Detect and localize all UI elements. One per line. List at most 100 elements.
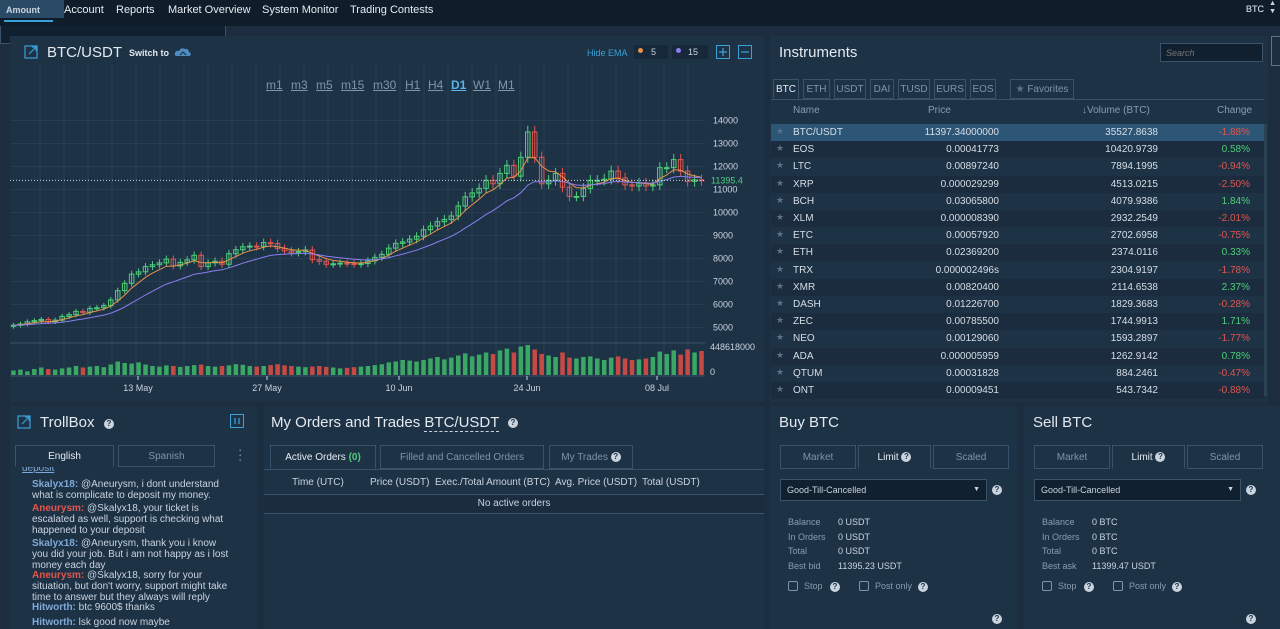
buy-tab-market[interactable]: Market	[780, 445, 856, 469]
instrument-row[interactable]: ★ XMR 0.00820400 2114.6538 2.37%	[771, 278, 1264, 296]
sell-post-only-help-icon[interactable]: ?	[1172, 582, 1182, 592]
side-panel-toggle[interactable]	[1271, 36, 1280, 66]
instrument-row[interactable]: ★ ZEC 0.00785500 1744.9913 1.71%	[771, 313, 1264, 331]
favorite-star-icon[interactable]: ★	[776, 160, 784, 171]
nav-system-monitor[interactable]: System Monitor	[262, 0, 338, 26]
chat-username[interactable]: Aneurysm:	[32, 503, 84, 514]
favorite-star-icon[interactable]: ★	[776, 229, 784, 240]
col-volume-header[interactable]: ↓Volume (BTC)	[1082, 105, 1150, 116]
orders-tab-filled[interactable]: Filled and Cancelled Orders	[380, 445, 544, 469]
sell-post-only-checkbox[interactable]	[1113, 581, 1123, 591]
instrument-row[interactable]: ★ ETC 0.00057920 2702.6958 -0.75%	[771, 227, 1264, 245]
trollbox-expand-icon[interactable]	[17, 415, 31, 429]
favorite-star-icon[interactable]: ★	[776, 332, 784, 343]
buy-post-only-checkbox[interactable]	[859, 581, 869, 591]
stepper-icon[interactable]: ▲ ▼	[1269, 0, 1276, 16]
cloud-switch-icon[interactable]	[174, 46, 192, 58]
buy-amount-help-icon[interactable]: ?	[992, 614, 1002, 624]
buy-post-only-help-icon[interactable]: ?	[918, 582, 928, 592]
pause-icon[interactable]	[230, 414, 244, 428]
favorite-star-icon[interactable]: ★	[776, 178, 784, 189]
nav-account[interactable]: Account	[64, 0, 104, 26]
instrument-tab-eth[interactable]: ETH	[803, 79, 830, 99]
sell-tab-market[interactable]: Market	[1034, 445, 1110, 469]
buy-stop-help-icon[interactable]: ?	[830, 582, 840, 592]
instrument-row[interactable]: ★ LTC 0.00897240 7894.1995 -0.94%	[771, 158, 1264, 176]
instrument-tab-eos[interactable]: EOS	[970, 79, 996, 99]
nav-market-overview[interactable]: Market Overview	[168, 0, 251, 26]
instrument-tab-tusd[interactable]: TUSD	[898, 79, 930, 99]
orders-tab-active[interactable]: Active Orders (0)	[270, 445, 376, 469]
instrument-row[interactable]: ★ NEO 0.00129060 1593.2897 -1.77%	[771, 330, 1264, 348]
instrument-row[interactable]: ★ ETH 0.02369200 2374.0116 0.33%	[771, 244, 1264, 262]
chat-username[interactable]: Hitworth:	[32, 602, 76, 613]
orders-tab-my-trades[interactable]: My Trades ?	[549, 445, 633, 469]
favorite-star-icon[interactable]: ★	[776, 246, 784, 257]
timeframe-m3[interactable]: m3	[291, 78, 308, 92]
sell-amount-help-icon[interactable]: ?	[1246, 614, 1256, 624]
timeframe-m15[interactable]: m15	[341, 78, 364, 92]
chat-username[interactable]: Hitworth:	[32, 617, 76, 628]
buy-time-in-force-select[interactable]: Good-Till-Cancelled ▼	[780, 479, 987, 501]
orders-help-icon[interactable]: ?	[508, 418, 518, 428]
expand-icon[interactable]	[24, 45, 38, 59]
col-price-header[interactable]: Price	[928, 105, 951, 116]
nav-trading-contests[interactable]: Trading Contests	[350, 0, 433, 26]
favorite-star-icon[interactable]: ★	[776, 350, 784, 361]
favorite-star-icon[interactable]: ★	[776, 126, 784, 137]
timeframe-m1[interactable]: m1	[266, 78, 283, 92]
instrument-row[interactable]: ★ QTUM 0.00031828 884.2461 -0.47%	[771, 364, 1264, 382]
favorite-star-icon[interactable]: ★	[776, 281, 784, 292]
timeframe-m30[interactable]: m30	[373, 78, 396, 92]
timeframe-H4[interactable]: H4	[428, 78, 443, 92]
more-options-icon[interactable]: · · ·	[238, 443, 242, 466]
ema-fast-input[interactable]: 5	[634, 45, 668, 59]
hide-ema-link[interactable]: Hide EMA	[587, 48, 628, 58]
instrument-row[interactable]: ★ XRP 0.000029299 4513.0215 -2.50%	[771, 175, 1264, 193]
trollbox-tab-english[interactable]: English	[15, 445, 114, 467]
nav-reports[interactable]: Reports	[116, 0, 155, 26]
favorite-star-icon[interactable]: ★	[776, 195, 784, 206]
timeframe-W1[interactable]: W1	[473, 78, 491, 92]
instrument-row[interactable]: ★ ADA 0.000005959 1262.9142 0.78%	[771, 347, 1264, 365]
buy-limit-help-icon[interactable]: ?	[901, 452, 912, 463]
buy-tab-limit[interactable]: Limit ?	[858, 445, 931, 469]
chat-username[interactable]: Aneurysm:	[32, 570, 84, 581]
favorite-star-icon[interactable]: ★	[776, 298, 784, 309]
instrument-tab-usdt[interactable]: USDT	[834, 79, 866, 99]
favorite-star-icon[interactable]: ★	[776, 143, 784, 154]
favorite-star-icon[interactable]: ★	[776, 264, 784, 275]
instrument-tab-dai[interactable]: DAI	[870, 79, 894, 99]
instrument-tab-btc[interactable]: BTC	[773, 79, 799, 99]
instrument-tab-eurs[interactable]: EURS	[934, 79, 966, 99]
timeframe-H1[interactable]: H1	[405, 78, 420, 92]
sell-time-in-force-select[interactable]: Good-Till-Cancelled ▼	[1034, 479, 1241, 501]
sell-tif-help-icon[interactable]: ?	[1246, 485, 1256, 495]
instruments-search-input[interactable]	[1160, 43, 1263, 62]
buy-stop-checkbox[interactable]	[788, 581, 798, 591]
col-name-header[interactable]: Name	[793, 105, 820, 116]
instrument-row[interactable]: ★ EOS 0.00041773 10420.9739 0.58%	[771, 141, 1264, 159]
instruments-scrollbar[interactable]	[1264, 124, 1267, 396]
timeframe-D1[interactable]: D1	[451, 78, 466, 92]
timeframe-m5[interactable]: m5	[316, 78, 333, 92]
timeframe-M1[interactable]: M1	[498, 78, 515, 92]
instrument-row[interactable]: ★ BCH 0.03065800 4079.9386 1.84%	[771, 192, 1264, 210]
instrument-row[interactable]: ★ BTC/USDT 11397.34000000 35527.8638 -1.88%	[771, 124, 1264, 141]
favorite-star-icon[interactable]: ★	[776, 384, 784, 395]
my-trades-help-icon[interactable]: ?	[610, 452, 621, 463]
trollbox-tab-spanish[interactable]: Spanish	[118, 445, 215, 467]
buy-tab-scaled[interactable]: Scaled	[933, 445, 1009, 469]
sell-tab-scaled[interactable]: Scaled	[1187, 445, 1263, 469]
instrument-row[interactable]: ★ ONT 0.00009451 543.7342 -0.88%	[771, 382, 1264, 399]
sell-tab-limit[interactable]: Limit ?	[1112, 445, 1185, 469]
instrument-row[interactable]: ★ XLM 0.000008390 2932.2549 -2.01%	[771, 210, 1264, 227]
col-change-header[interactable]: Change	[1217, 105, 1252, 116]
favorite-star-icon[interactable]: ★	[776, 212, 784, 223]
favorite-star-icon[interactable]: ★	[776, 315, 784, 326]
candlestick-chart[interactable]: 14000 13000 12000 11000 10000 9000 8000 7000 600…	[10, 64, 764, 400]
buy-tif-help-icon[interactable]: ?	[992, 485, 1002, 495]
instrument-row[interactable]: ★ DASH 0.01226700 1829.3683 -0.28%	[771, 296, 1264, 313]
sell-stop-checkbox[interactable]	[1042, 581, 1052, 591]
orders-pair-link[interactable]: BTC/USDT	[424, 414, 500, 432]
